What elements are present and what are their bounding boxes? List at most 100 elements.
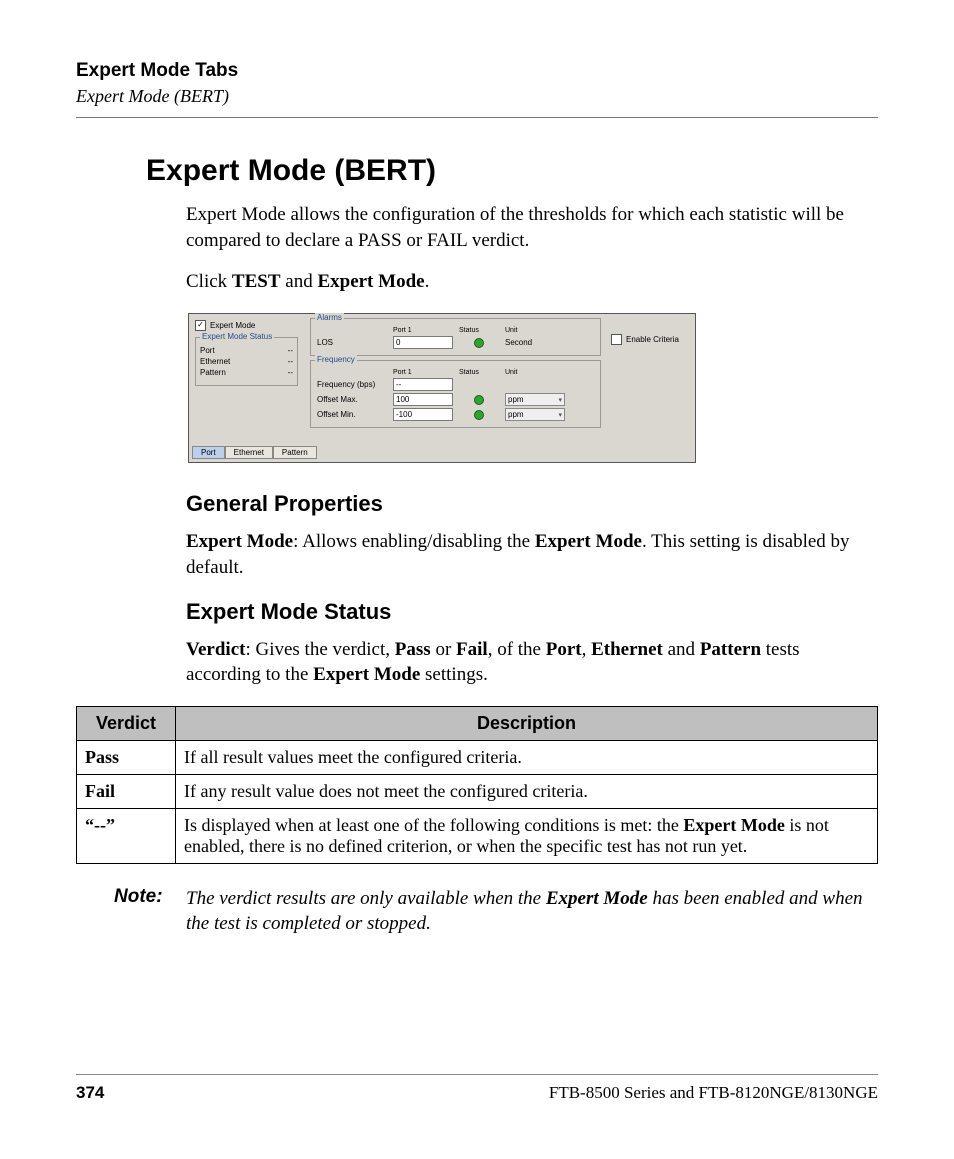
- td-description: If all result values meet the configured…: [176, 740, 878, 774]
- freq-row-label: Offset Min.: [317, 410, 387, 419]
- status-fieldset-legend: Expert Mode Status: [200, 332, 274, 341]
- general-properties-paragraph: Expert Mode: Allows enabling/disabling t…: [186, 529, 878, 580]
- freq-row-label: Offset Max.: [317, 395, 387, 404]
- offset-min-unit-select[interactable]: ppm▾: [505, 408, 565, 421]
- click-mid: and: [281, 271, 318, 292]
- header-subtitle: Expert Mode (BERT): [76, 86, 878, 107]
- ui-left-pane: ✓ Expert Mode Expert Mode Status Port --…: [189, 314, 304, 432]
- freq-bps-input[interactable]: --: [393, 378, 453, 391]
- ui-right-pane: Enable Criteria: [607, 314, 695, 432]
- unit-text: ppm: [508, 395, 524, 404]
- alarms-status-dot: [474, 338, 484, 348]
- alarms-row-label: LOS: [317, 338, 387, 347]
- note-block: Note: The verdict results are only avail…: [114, 886, 878, 937]
- tab-ethernet[interactable]: Ethernet: [225, 446, 273, 459]
- ui-top-row: ✓ Expert Mode Expert Mode Status Port --…: [189, 314, 695, 432]
- note-b1: Expert Mode: [546, 888, 648, 909]
- r3-bold: Expert Mode: [683, 815, 784, 835]
- st-b1: Verdict: [186, 639, 245, 660]
- note-text: The verdict results are only available w…: [186, 886, 878, 937]
- alarms-unit-value: Second: [505, 338, 565, 347]
- th-description: Description: [176, 706, 878, 740]
- header-title: Expert Mode Tabs: [76, 60, 878, 82]
- click-bold-2: Expert Mode: [317, 271, 424, 292]
- status-value: --: [288, 357, 293, 366]
- gp-bold-2: Expert Mode: [535, 531, 642, 552]
- td-verdict: “--”: [77, 808, 176, 863]
- verdict-table: Verdict Description Pass If all result v…: [76, 706, 878, 864]
- offset-max-status-dot: [474, 395, 484, 405]
- header-rule: [76, 117, 878, 118]
- page-number: 374: [76, 1083, 104, 1103]
- offset-max-unit-select[interactable]: ppm ▾: [505, 393, 565, 406]
- enable-criteria-label: Enable Criteria: [626, 335, 679, 344]
- status-value: --: [288, 368, 293, 377]
- th-verdict: Verdict: [77, 706, 176, 740]
- st-t4: ,: [582, 639, 592, 660]
- alarms-legend: Alarms: [315, 313, 344, 322]
- expert-mode-checkbox-label: Expert Mode: [210, 321, 255, 330]
- status-value: --: [288, 346, 293, 355]
- st-b5: Ethernet: [591, 639, 663, 660]
- status-label: Port: [200, 346, 215, 355]
- st-t7: settings.: [420, 664, 488, 685]
- st-t1: : Gives the verdict,: [245, 639, 394, 660]
- freq-col-unit: Unit: [505, 369, 565, 376]
- st-b6: Pattern: [700, 639, 761, 660]
- freq-col-status: Status: [459, 369, 499, 376]
- st-t2: or: [431, 639, 456, 660]
- alarms-col-unit: Unit: [505, 327, 565, 334]
- frequency-group: Frequency Port 1 Status Unit Frequency (…: [310, 360, 601, 428]
- table-header-row: Verdict Description: [77, 706, 878, 740]
- ui-screenshot: ✓ Expert Mode Expert Mode Status Port --…: [188, 313, 696, 463]
- tab-pattern[interactable]: Pattern: [273, 446, 317, 459]
- st-b2: Pass: [395, 639, 431, 660]
- alarms-group: Alarms Port 1 Status Unit LOS 0 Second: [310, 318, 601, 356]
- table-row: Fail If any result value does not meet t…: [77, 774, 878, 808]
- expert-mode-status-paragraph: Verdict: Gives the verdict, Pass or Fail…: [186, 637, 878, 688]
- frequency-legend: Frequency: [315, 355, 357, 364]
- page: Expert Mode Tabs Expert Mode (BERT) Expe…: [0, 0, 954, 1159]
- click-suffix: .: [425, 271, 430, 292]
- status-row-pattern: Pattern --: [200, 368, 293, 377]
- click-instruction: Click TEST and Expert Mode.: [186, 271, 878, 293]
- status-label: Pattern: [200, 368, 226, 377]
- expert-mode-checkbox-row[interactable]: ✓ Expert Mode: [195, 320, 298, 331]
- td-verdict: Pass: [77, 740, 176, 774]
- freq-col-port: Port 1: [393, 369, 453, 376]
- offset-min-status-dot: [474, 410, 484, 420]
- offset-min-input[interactable]: -100: [393, 408, 453, 421]
- expert-mode-checkbox[interactable]: ✓: [195, 320, 206, 331]
- offset-max-input[interactable]: 100: [393, 393, 453, 406]
- st-b3: Fail: [456, 639, 488, 660]
- ui-mid-pane: Alarms Port 1 Status Unit LOS 0 Second F…: [304, 314, 607, 432]
- chevron-down-icon: ▾: [558, 396, 562, 404]
- alarms-port-input[interactable]: 0: [393, 336, 453, 349]
- st-t5: and: [663, 639, 700, 660]
- general-properties-heading: General Properties: [186, 491, 878, 517]
- frequency-grid: Port 1 Status Unit Frequency (bps) -- Of…: [317, 369, 594, 421]
- td-description: If any result value does not meet the co…: [176, 774, 878, 808]
- alarms-col-status: Status: [459, 327, 499, 334]
- status-row-port: Port --: [200, 346, 293, 355]
- enable-criteria-row[interactable]: Enable Criteria: [611, 334, 691, 345]
- tab-port[interactable]: Port: [192, 446, 225, 459]
- td-description: Is displayed when at least one of the fo…: [176, 808, 878, 863]
- note-t1: The verdict results are only available w…: [186, 888, 546, 909]
- r3-pre: Is displayed when at least one of the fo…: [184, 815, 683, 835]
- enable-criteria-checkbox[interactable]: [611, 334, 622, 345]
- footer-product: FTB-8500 Series and FTB-8120NGE/8130NGE: [549, 1083, 878, 1103]
- note-label: Note:: [114, 886, 174, 937]
- gp-mid-1: : Allows enabling/disabling the: [293, 531, 535, 552]
- freq-row-label: Frequency (bps): [317, 380, 387, 389]
- alarms-grid: Port 1 Status Unit LOS 0 Second: [317, 327, 594, 349]
- st-t3: , of the: [488, 639, 546, 660]
- st-b4: Port: [546, 639, 582, 660]
- alarms-col-port: Port 1: [393, 327, 453, 334]
- td-verdict: Fail: [77, 774, 176, 808]
- intro-paragraph: Expert Mode allows the configuration of …: [186, 202, 878, 253]
- status-row-ethernet: Ethernet --: [200, 357, 293, 366]
- st-b7: Expert Mode: [313, 664, 420, 685]
- click-bold-1: TEST: [232, 271, 281, 292]
- status-label: Ethernet: [200, 357, 230, 366]
